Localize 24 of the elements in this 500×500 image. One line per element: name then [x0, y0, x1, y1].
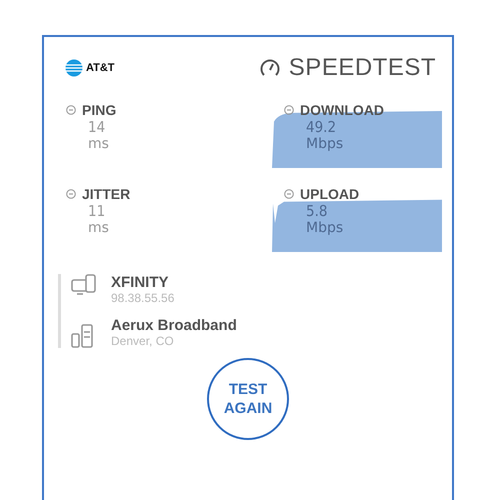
connection-detail: Denver, CO: [111, 334, 175, 348]
metric-value: 49.2: [306, 118, 338, 136]
connection-detail: 98.38.55.56: [111, 291, 174, 305]
metric-unit: ms: [88, 220, 110, 236]
brand-logo: SPEEDTEST: [288, 54, 436, 82]
metric-icon: [66, 105, 76, 115]
metric-value: 5.8: [306, 202, 328, 220]
metric-unit: Mbps: [306, 136, 344, 152]
metric-value: 14: [88, 118, 106, 136]
carrier-logo: AT&T: [86, 62, 115, 74]
devices-icon: [71, 274, 97, 296]
metric-icon: [284, 105, 294, 115]
metric-icon: [284, 189, 294, 199]
connection-name: XFINITY: [111, 274, 170, 291]
metric-label: PING: [82, 102, 116, 118]
metric-label: UPLOAD: [300, 186, 360, 202]
metric-icon: [66, 189, 76, 199]
metric-unit: ms: [88, 136, 110, 152]
metric-value: 11: [88, 202, 106, 220]
metric-unit: Mbps: [306, 220, 344, 236]
test-again-button[interactable]: TEST AGAIN: [207, 358, 289, 440]
globe-icon: [64, 59, 84, 77]
metric-label: JITTER: [82, 186, 130, 202]
connection-name: Aerux Broadband: [111, 317, 237, 334]
